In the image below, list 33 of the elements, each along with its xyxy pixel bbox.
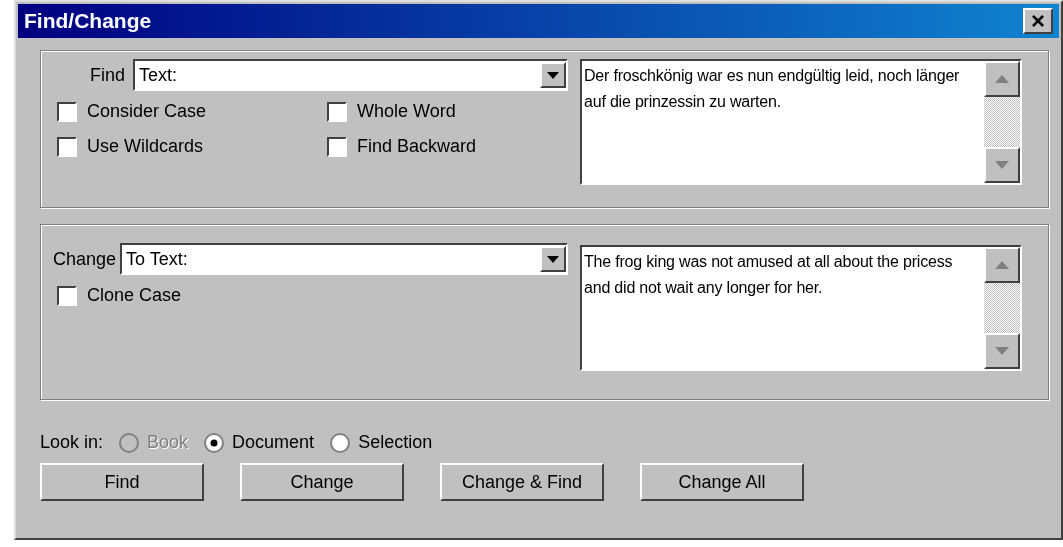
find-label: Find [89, 64, 126, 86]
scroll-up-icon[interactable] [984, 247, 1020, 283]
radio-label[interactable]: Selection [358, 432, 433, 453]
dropdown-field[interactable]: Text: [133, 59, 568, 91]
checkbox[interactable] [57, 101, 77, 122]
radio-label[interactable]: Document [232, 432, 315, 453]
action-button[interactable]: Change [240, 463, 404, 501]
radio-button[interactable] [330, 432, 351, 453]
action-button[interactable]: Find [40, 463, 204, 501]
checkbox[interactable] [57, 136, 77, 157]
window-title: Find/Change [24, 9, 152, 33]
checkbox-label[interactable]: Consider Case [87, 101, 207, 122]
action-button[interactable]: Change All [640, 463, 804, 501]
checkbox[interactable] [327, 101, 347, 122]
action-button[interactable]: Change & Find [440, 463, 604, 501]
scroll-up-icon[interactable] [984, 61, 1020, 97]
scroll-down-icon[interactable] [984, 333, 1020, 369]
checkbox-label[interactable]: Find Backward [357, 136, 477, 157]
close-button[interactable]: × [1023, 8, 1053, 34]
look-in-label: Look in: [40, 432, 104, 453]
change-label: Change [53, 248, 117, 270]
scrollbar[interactable] [984, 247, 1020, 369]
text-area[interactable]: The frog king was not amused at all about the pricess and did not wait any longer for her. [580, 245, 1022, 371]
checkbox-label[interactable]: Whole Word [357, 101, 456, 122]
checkbox-label[interactable]: Clone Case [87, 285, 182, 306]
checkbox[interactable] [57, 285, 77, 306]
dropdown-field[interactable]: To Text: [120, 243, 568, 275]
scrollbar[interactable] [984, 61, 1020, 183]
text-area[interactable]: Der froschkönig war es nun endgültig leid, noch länger auf die prinzessin zu warten. [580, 59, 1022, 185]
checkbox[interactable] [327, 136, 347, 157]
radio-button[interactable] [204, 432, 225, 453]
scroll-down-icon[interactable] [984, 147, 1020, 183]
checkbox-label[interactable]: Use Wildcards [87, 136, 204, 157]
